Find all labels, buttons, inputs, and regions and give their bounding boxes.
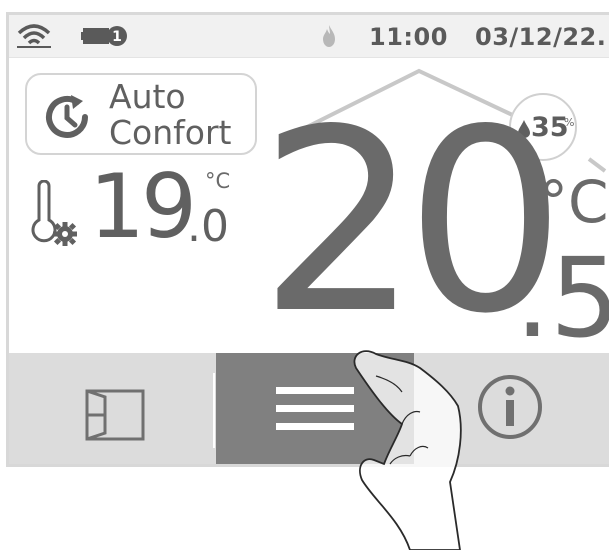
bottom-nav xyxy=(9,353,609,464)
battery-badge: 1 xyxy=(112,29,122,45)
hand-pointer-illustration xyxy=(353,350,462,550)
clock-time: 11:00 xyxy=(369,23,448,51)
window-icon xyxy=(85,389,145,441)
thermostat-screen: 1 11:00 03/12/22. Auto Confort 35 % 19 .… xyxy=(6,12,609,467)
mode-label-auto: Auto xyxy=(109,77,186,116)
thermometer-gear-icon xyxy=(31,180,77,246)
temperature-integer: 20 xyxy=(259,76,566,369)
temperature-decimal: .5 xyxy=(515,234,609,362)
current-date: 03/12/22. xyxy=(475,23,607,51)
mode-selector[interactable]: Auto Confort xyxy=(25,73,257,155)
battery-icon: 1 xyxy=(81,26,127,46)
setpoint-integer: 19 xyxy=(89,155,197,258)
setpoint-unit: °C xyxy=(205,169,231,193)
wifi-icon xyxy=(17,24,51,48)
setpoint-decimal: .0 xyxy=(187,201,229,252)
status-bar: 1 11:00 03/12/22. xyxy=(9,15,609,58)
window-button[interactable] xyxy=(9,353,213,464)
nav-divider xyxy=(213,373,215,448)
mode-label-confort: Confort xyxy=(109,113,232,152)
clock-refresh-icon xyxy=(46,95,88,138)
humidity-unit: % xyxy=(564,116,575,129)
flame-icon xyxy=(323,25,335,47)
temperature-unit: °C xyxy=(539,168,609,236)
